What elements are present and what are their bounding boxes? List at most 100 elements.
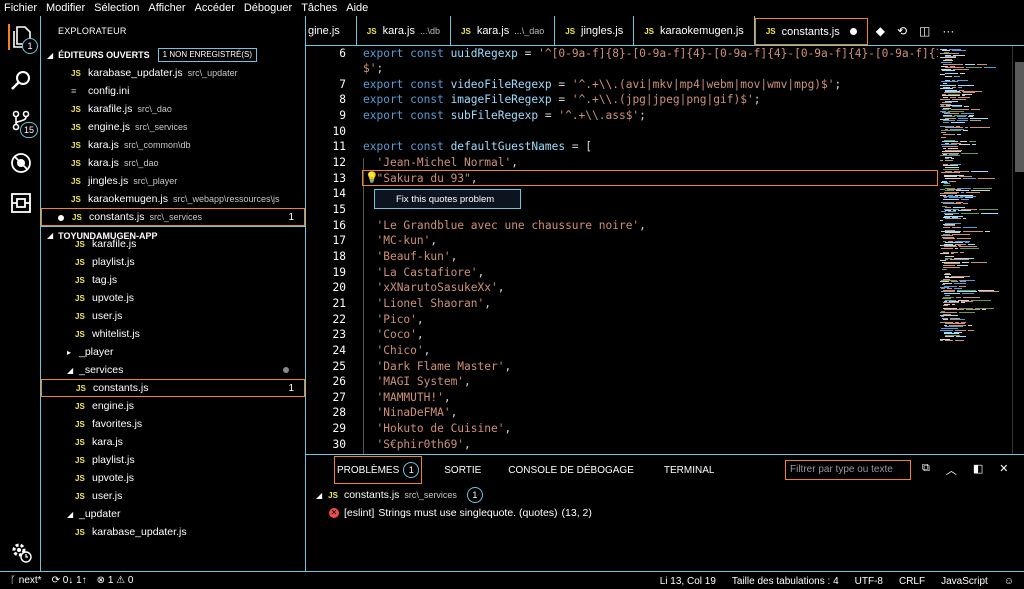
open-editor-item[interactable]: JS karaokemugen.js src\_webapp\ressources\… [41, 190, 305, 208]
tree-file[interactable]: JS tag.js [41, 271, 305, 289]
open-editor-item[interactable]: JS karabase_updater.js src\_updater [41, 64, 305, 82]
tree-file[interactable]: JS playlist.js [41, 253, 305, 271]
tree-folder[interactable]: ◢ _updater [41, 505, 305, 523]
tree-file[interactable]: JS karafile.js [41, 235, 305, 253]
minimap[interactable] [938, 46, 1012, 454]
editor-tab[interactable]: JS constants.js [754, 18, 868, 45]
tree-folder[interactable]: ▸ _player [41, 343, 305, 361]
menu-item[interactable]: Modifier [46, 0, 85, 16]
split-compare-icon[interactable]: ⟲ [897, 24, 907, 38]
editor-tab[interactable]: gine.js [306, 16, 357, 46]
code-line[interactable]: 12 'Jean-Michel Normal', [306, 155, 938, 171]
tab-debug-console[interactable]: CONSOLE DE DÉBOGAGE [508, 465, 634, 476]
close-icon[interactable]: ✕ [999, 462, 1008, 478]
code-line[interactable]: 11 export const defaultGuestNames = [ [306, 139, 938, 155]
code-line[interactable]: 28 'NinaDeFMA', [306, 405, 938, 421]
menu-item[interactable]: Accéder [195, 0, 235, 16]
problems-status[interactable]: ⊗ 1 ⚠ 0 [97, 575, 134, 586]
feedback-icon[interactable]: ☺ [1004, 576, 1014, 587]
tree-folder[interactable]: ◢ _services [41, 361, 305, 379]
code-line[interactable]: 19 'La Castafiore', [306, 264, 938, 280]
code-line[interactable]: 21 'Lionel Shaoran', [306, 295, 938, 311]
collapse-all-icon[interactable]: ⧉ [922, 462, 930, 478]
toggle-panel-position-icon[interactable]: ◧ [973, 462, 983, 478]
menu-item[interactable]: Sélection [94, 0, 139, 16]
tree-file[interactable]: JS karabase_updater.js [41, 523, 305, 541]
editor-tab[interactable]: JS karaokemugen.js [634, 16, 755, 46]
open-editor-item[interactable]: JS engine.js src\_services [41, 118, 305, 136]
scrollbar-thumb[interactable] [1015, 62, 1024, 172]
menu-item[interactable]: Fichier [4, 0, 37, 16]
search-icon[interactable] [8, 68, 34, 94]
editor-tab[interactable]: JS jingles.js [555, 16, 635, 46]
tree-file[interactable]: JS user.js [41, 487, 305, 505]
code-line[interactable]: 20 'xXNarutoSasukeXx', [306, 280, 938, 296]
tree-file[interactable]: JS kara.js [41, 433, 305, 451]
editor-tab[interactable]: JS kara.js ...\db [357, 16, 452, 46]
problems-filter-input[interactable]: Filtrer par type ou texte [785, 460, 911, 480]
code-editor[interactable]: 6 export const uuidRegexp = '^[0-9a-f]{8}… [306, 46, 938, 454]
open-editors-header[interactable]: ◢ ÉDITEURS OUVERTS 1 NON ENREGISTRÉ(S) [41, 46, 305, 64]
code-line[interactable]: 30 'S€phir0th69', [306, 436, 938, 452]
menu-item[interactable]: Aide [346, 0, 368, 16]
tree-file[interactable]: JS whitelist.js [41, 325, 305, 343]
menu-item[interactable]: Afficher [148, 0, 185, 16]
source-control-icon[interactable]: 15 [8, 108, 38, 138]
open-changes-icon[interactable]: ◆ [876, 24, 885, 38]
cursor-position[interactable]: Li 13, Col 19 [660, 576, 716, 587]
problem-row[interactable]: ✕ [eslint] Strings must use singlequote.… [306, 504, 1024, 522]
open-editor-item[interactable]: JS karafile.js src\_dao [41, 100, 305, 118]
code-line[interactable]: 23 'Coco', [306, 327, 938, 343]
code-line[interactable]: 18 'Beauf-kun', [306, 248, 938, 264]
tree-file[interactable]: JS engine.js [41, 397, 305, 415]
code-line[interactable]: 8 export const imageFileRegexp = '^.+\\.(… [306, 92, 938, 108]
branch-status[interactable]: ᚴ next* [10, 575, 42, 586]
sync-status[interactable]: ⟳ 0↓ 1↑ [52, 575, 87, 586]
tree-file[interactable]: JS playlist.js [41, 451, 305, 469]
code-line[interactable]: 10 [306, 123, 938, 139]
tab-terminal[interactable]: TERMINAL [664, 465, 715, 476]
code-line[interactable]: 29 'Hokuto de Cuisine', [306, 421, 938, 437]
open-editor-item[interactable]: JS kara.js src\_common\db [41, 136, 305, 154]
explorer-icon[interactable]: 1 [8, 24, 38, 54]
code-line[interactable]: 25 'Dark Flame Master', [306, 358, 938, 374]
split-editor-icon[interactable]: ◫ [919, 24, 930, 38]
chevron-up-icon[interactable]: ︿ [946, 462, 957, 478]
problem-file-row[interactable]: ◢ JS constants.js src\_services 1 [306, 486, 1024, 504]
menu-item[interactable]: Déboguer [244, 0, 292, 16]
tab-problems[interactable]: PROBLÈMES 1 [334, 456, 423, 484]
encoding[interactable]: UTF-8 [855, 576, 883, 587]
code-line[interactable]: 22 'Pico', [306, 311, 938, 327]
code-line[interactable]: 7 export const videoFileRegexp = '^.+\\.(… [306, 76, 938, 92]
editor-scrollbar[interactable] [1012, 46, 1024, 454]
open-editor-item[interactable]: JS constants.js src\_services 1 [41, 208, 305, 226]
editor-tab[interactable]: JS kara.js ...\_dao [451, 16, 556, 46]
code-line[interactable]: 26 'MAGI System', [306, 374, 938, 390]
manage-gear-icon[interactable] [8, 539, 34, 565]
code-line[interactable]: 24 'Chico', [306, 342, 938, 358]
unsaved-dot-icon[interactable] [849, 28, 857, 35]
menu-item[interactable]: Tâches [301, 0, 337, 16]
code-line[interactable]: $'; [306, 61, 938, 77]
code-line[interactable]: 17 'MC-kun', [306, 233, 938, 249]
debug-icon[interactable] [8, 150, 34, 176]
code-line[interactable]: 27 'MAMMUTH!', [306, 389, 938, 405]
code-line[interactable]: 6 export const uuidRegexp = '^[0-9a-f]{8}… [306, 46, 938, 61]
tree-file[interactable]: JS user.js [41, 307, 305, 325]
language-mode[interactable]: JavaScript [941, 576, 988, 587]
code-line[interactable]: 16 'Le Grandblue avec une chaussure noir… [306, 217, 938, 233]
tab-size[interactable]: Taille des tabulations : 4 [732, 576, 839, 587]
code-line[interactable]: 9 export const subFileRegexp = '^.+\\.ass… [306, 108, 938, 124]
more-actions-icon[interactable]: ··· [942, 24, 954, 38]
lightbulb-icon[interactable]: 💡 [365, 171, 379, 184]
end-of-line[interactable]: CRLF [899, 576, 925, 587]
open-editor-item[interactable]: ≡ config.ini [41, 82, 305, 100]
open-editor-item[interactable]: JS jingles.js src\_player [41, 172, 305, 190]
extensions-icon[interactable] [8, 190, 34, 216]
open-editor-item[interactable]: JS kara.js src\_dao [41, 154, 305, 172]
tree-file[interactable]: JS constants.js 1 [41, 379, 305, 397]
tree-file[interactable]: JS upvote.js [41, 289, 305, 307]
tree-file[interactable]: JS favorites.js [41, 415, 305, 433]
tab-output[interactable]: SORTIE [444, 465, 481, 476]
tree-file[interactable]: JS upvote.js [41, 469, 305, 487]
